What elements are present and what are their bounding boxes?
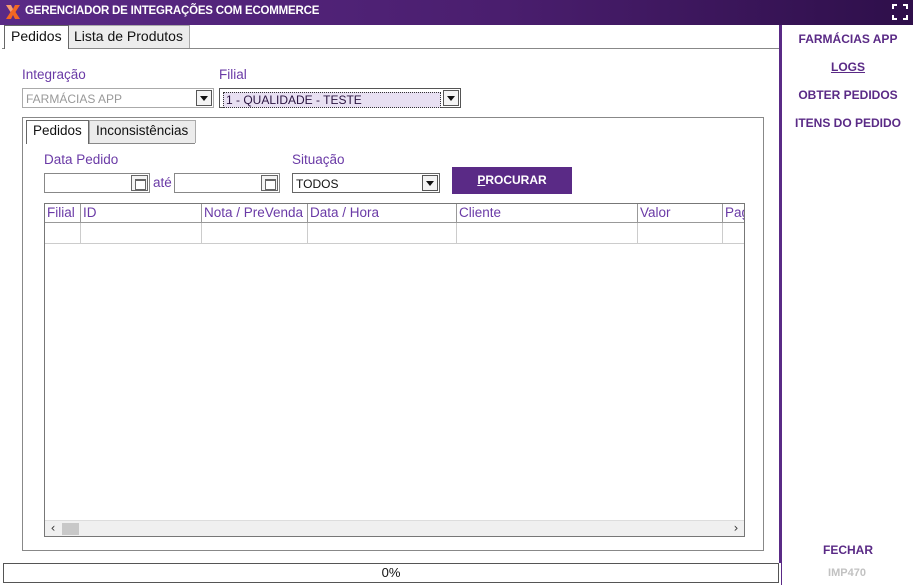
col-header-cliente[interactable]: Cliente — [457, 204, 638, 223]
procurar-rest: ROCURAR — [485, 173, 547, 187]
filial-value: 1 - QUALIDADE - TESTE — [223, 92, 441, 108]
nav-obter-pedidos-label: OBTER PEDIDOS — [798, 88, 898, 102]
table-row[interactable] — [45, 223, 744, 244]
maximize-icon[interactable] — [891, 3, 909, 21]
filial-select[interactable]: 1 - QUALIDADE - TESTE — [219, 88, 461, 108]
tab-pedidos[interactable]: Pedidos — [4, 25, 69, 49]
table-cell[interactable] — [81, 223, 202, 244]
integracao-select[interactable]: FARMÁCIAS APP — [22, 88, 214, 108]
window-title: GERENCIADOR DE INTEGRAÇÕES COM ECOMMERCE — [25, 5, 320, 17]
table-cell[interactable] — [45, 223, 81, 244]
tab-lista-de-produtos[interactable]: Lista de Produtos — [67, 25, 190, 48]
progress-text: 0% — [381, 565, 401, 580]
table-cell[interactable] — [202, 223, 308, 244]
horizontal-scrollbar[interactable]: ‹ › — [45, 520, 744, 536]
table-cell[interactable] — [638, 223, 723, 244]
nav-itens-do-pedido-label: ITENS DO PEDIDO — [794, 116, 901, 130]
chevron-down-icon[interactable] — [422, 175, 438, 191]
table-cell[interactable] — [457, 223, 638, 244]
situacao-select[interactable]: TODOS — [292, 173, 440, 193]
col-header-filial[interactable]: Filial — [45, 204, 81, 223]
table-cell[interactable] — [308, 223, 457, 244]
calendar-icon[interactable] — [261, 175, 278, 191]
data-inicio-field[interactable] — [44, 173, 150, 193]
scroll-thumb[interactable] — [62, 523, 79, 535]
table-cell[interactable] — [723, 223, 744, 244]
nav-logs[interactable]: LOGS — [782, 60, 913, 74]
filial-label: Filial — [219, 67, 247, 82]
fechar-button[interactable]: FECHAR — [782, 543, 913, 557]
progress-bar: 0% — [3, 563, 779, 583]
app-logo-icon — [6, 5, 20, 19]
col-header-data-hora[interactable]: Data / Hora — [308, 204, 457, 223]
tab-inconsistencias[interactable]: Inconsistências — [89, 120, 196, 143]
col-header-id[interactable]: ID — [81, 204, 202, 223]
tab-inner-pedidos[interactable]: Pedidos — [26, 120, 89, 144]
integracao-value: FARMÁCIAS APP — [26, 92, 123, 106]
nav-logs-label: LOGS — [830, 60, 865, 74]
title-bar: GERENCIADOR DE INTEGRAÇÕES COM ECOMMERCE — [0, 0, 913, 25]
tab-divider — [2, 48, 779, 49]
nav-obter-pedidos[interactable]: OBTER PEDIDOS — [782, 88, 913, 102]
situacao-value: TODOS — [296, 177, 339, 191]
calendar-icon[interactable] — [131, 175, 148, 191]
chevron-down-icon[interactable] — [196, 90, 212, 106]
data-fim-field[interactable] — [174, 173, 280, 193]
pedidos-grid[interactable]: Filial ID Nota / PreVenda Data / Hora Cl… — [44, 203, 745, 537]
col-header-nota-prevenda[interactable]: Nota / PreVenda — [202, 204, 308, 223]
fechar-label: FECHAR — [823, 543, 873, 557]
ate-label: até — [153, 175, 172, 190]
right-panel: FARMÁCIAS APP LOGS OBTER PEDIDOS ITENS D… — [781, 25, 913, 585]
col-header-valor[interactable]: Valor — [638, 204, 723, 223]
data-pedido-label: Data Pedido — [44, 152, 119, 167]
version-label: IMP470 — [828, 567, 866, 579]
nav-farmacias-app-label: FARMÁCIAS APP — [798, 32, 898, 46]
nav-farmacias-app[interactable]: FARMÁCIAS APP — [782, 32, 913, 46]
chevron-down-icon[interactable] — [443, 90, 459, 106]
scroll-right-icon[interactable]: › — [728, 521, 744, 536]
situacao-label: Situação — [292, 152, 345, 167]
scroll-left-icon[interactable]: ‹ — [45, 521, 61, 536]
integracao-label: Integração — [22, 67, 86, 82]
nav-itens-do-pedido[interactable]: ITENS DO PEDIDO — [782, 116, 913, 130]
col-header-pag[interactable]: Pag — [723, 204, 744, 223]
procurar-button[interactable]: PROCURAR — [452, 167, 572, 194]
